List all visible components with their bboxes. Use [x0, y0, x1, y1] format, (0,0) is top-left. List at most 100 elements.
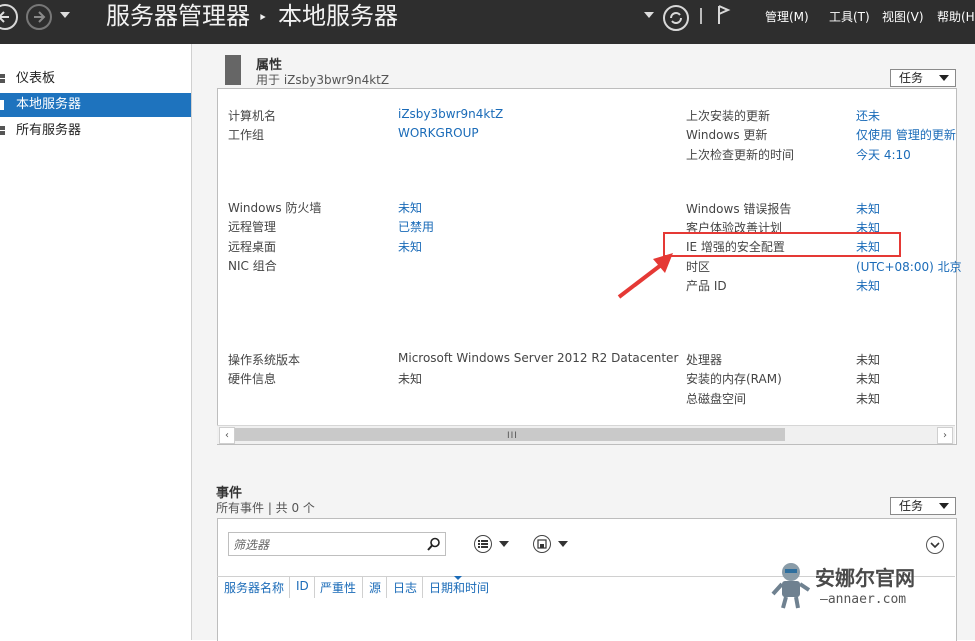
column-date-time[interactable]: 日期和时间	[429, 579, 489, 596]
prop-label: 远程桌面	[228, 240, 277, 254]
list-view-button[interactable]	[474, 535, 492, 553]
filter-input[interactable]: 筛选器	[228, 532, 446, 556]
menu-help[interactable]: 帮助(H)	[937, 8, 975, 25]
watermark-text: 安娜尔官网	[815, 566, 915, 590]
sidebar-item-label: 仪表板	[16, 71, 56, 86]
menu-tools[interactable]: 工具(T)	[829, 8, 870, 25]
page-title: 本地服务器	[278, 2, 398, 30]
chevron-down-icon[interactable]	[499, 541, 509, 547]
prop-value-product-id[interactable]: 未知	[856, 277, 880, 294]
back-button[interactable]	[0, 4, 18, 30]
column-separator	[314, 576, 315, 598]
list-icon	[478, 540, 488, 548]
expand-button[interactable]	[926, 536, 944, 554]
prop-value-processor: 未知	[856, 353, 881, 367]
flag-icon[interactable]	[716, 4, 732, 26]
prop-label: 远程管理	[228, 220, 277, 234]
column-separator	[422, 576, 423, 598]
prop-label: 上次安装的更新	[686, 109, 771, 123]
prop-label: Windows 防火墙	[228, 201, 322, 215]
sort-indicator-icon	[454, 576, 462, 580]
forward-arrow-icon	[34, 11, 46, 23]
column-separator	[289, 576, 290, 598]
annotation-arrow-icon	[617, 253, 673, 299]
sidebar-item-all-servers[interactable]: 所有服务器	[0, 119, 191, 143]
servers-icon	[0, 126, 5, 135]
save-icon	[537, 539, 547, 549]
column-server-name[interactable]: 服务器名称	[224, 579, 284, 596]
prop-label: 工作组	[228, 128, 265, 142]
highlight-box	[663, 232, 901, 257]
chevron-down-icon	[939, 503, 949, 509]
prop-label: 总磁盘空间	[686, 392, 747, 406]
prop-value-computer-name[interactable]: iZsby3bwr9n4ktZ	[398, 107, 503, 121]
horizontal-scrollbar[interactable]: ‹ III ›	[217, 425, 955, 444]
prop-value-firewall[interactable]: 未知	[398, 199, 422, 216]
prop-label: 上次检查更新的时间	[686, 148, 795, 162]
prop-label: Windows 更新	[686, 128, 768, 142]
watermark-url: —annaer.com	[820, 592, 907, 607]
prop-value-disk-space: 未知	[856, 392, 881, 406]
column-severity[interactable]: 严重性	[320, 579, 356, 596]
prop-value-last-checked[interactable]: 今天 4:10	[856, 146, 911, 163]
properties-tasks-button[interactable]: 任务	[890, 69, 956, 87]
sidebar-item-dashboard[interactable]: 仪表板	[0, 67, 191, 91]
search-icon[interactable]	[427, 537, 441, 551]
prop-label: 计算机名	[228, 109, 277, 123]
breadcrumb-separator: ‣	[258, 8, 268, 27]
robot-logo-icon	[771, 563, 811, 609]
scroll-left-button[interactable]: ‹	[219, 427, 235, 444]
prop-label: 安装的内存(RAM)	[686, 372, 782, 386]
breadcrumb-root[interactable]: 服务器管理器	[106, 1, 250, 31]
sidebar: 仪表板 本地服务器 所有服务器	[0, 44, 192, 640]
tasks-label: 任务	[899, 71, 924, 85]
prop-label: NIC 组合	[228, 259, 277, 273]
prop-label: 时区	[686, 260, 711, 274]
column-id[interactable]: ID	[296, 579, 309, 593]
menu-manage[interactable]: 管理(M)	[765, 8, 809, 25]
prop-label: 操作系统版本	[228, 353, 301, 367]
events-subtitle: 所有事件 | 共 0 个	[216, 501, 315, 515]
properties-subtitle: 用于 iZsby3bwr9n4ktZ	[256, 73, 390, 87]
prop-label: 处理器	[686, 353, 723, 367]
chevron-down-icon	[939, 75, 949, 81]
chevron-down-icon[interactable]	[558, 541, 568, 547]
save-query-button[interactable]	[533, 535, 551, 553]
chevron-down-icon	[930, 542, 940, 549]
properties-panel	[217, 88, 957, 445]
back-arrow-icon	[0, 11, 9, 23]
tasks-label: 任务	[899, 499, 924, 513]
prop-value-workgroup[interactable]: WORKGROUP	[398, 126, 479, 140]
scrollbar-grip: III	[507, 431, 518, 441]
filter-placeholder: 筛选器	[233, 538, 270, 552]
sidebar-item-label: 所有服务器	[16, 123, 82, 138]
prop-label: 产品 ID	[686, 279, 727, 293]
prop-value-time-zone[interactable]: (UTC+08:00) 北京	[856, 258, 962, 275]
history-dropdown-icon[interactable]	[60, 12, 70, 18]
prop-value-ram: 未知	[856, 372, 881, 386]
server-icon	[0, 100, 4, 110]
prop-value-windows-update[interactable]: 仅使用 管理的更新	[856, 126, 956, 143]
scroll-right-button[interactable]: ›	[937, 427, 953, 444]
prop-value-os-version: Microsoft Windows Server 2012 R2 Datacen…	[398, 351, 679, 365]
prop-value-remote-management[interactable]: 已禁用	[398, 218, 434, 235]
column-log[interactable]: 日志	[393, 579, 417, 596]
sidebar-item-label: 本地服务器	[16, 97, 82, 112]
prop-value-remote-desktop[interactable]: 未知	[398, 238, 422, 255]
events-tasks-button[interactable]: 任务	[890, 497, 956, 515]
column-source[interactable]: 源	[369, 579, 381, 596]
title-bar: 服务器管理器 ‣ 本地服务器 管理(M) 工具(T) 视图(V) 帮助(H)	[0, 0, 975, 44]
column-separator	[386, 576, 387, 598]
forward-button[interactable]	[26, 4, 52, 30]
column-separator	[362, 576, 363, 598]
prop-label: 硬件信息	[228, 372, 277, 386]
sidebar-item-local-server[interactable]: 本地服务器	[0, 93, 191, 117]
refresh-icon[interactable]	[662, 4, 690, 32]
prop-value-hardware: 未知	[398, 372, 423, 386]
notification-dropdown-icon[interactable]	[644, 12, 654, 18]
menu-view[interactable]: 视图(V)	[882, 8, 924, 25]
prop-value-last-installed-update[interactable]: 还未	[856, 107, 880, 124]
toolbar-divider	[700, 8, 702, 24]
prop-value-error-reporting[interactable]: 未知	[856, 200, 880, 217]
properties-section-icon	[225, 55, 241, 85]
